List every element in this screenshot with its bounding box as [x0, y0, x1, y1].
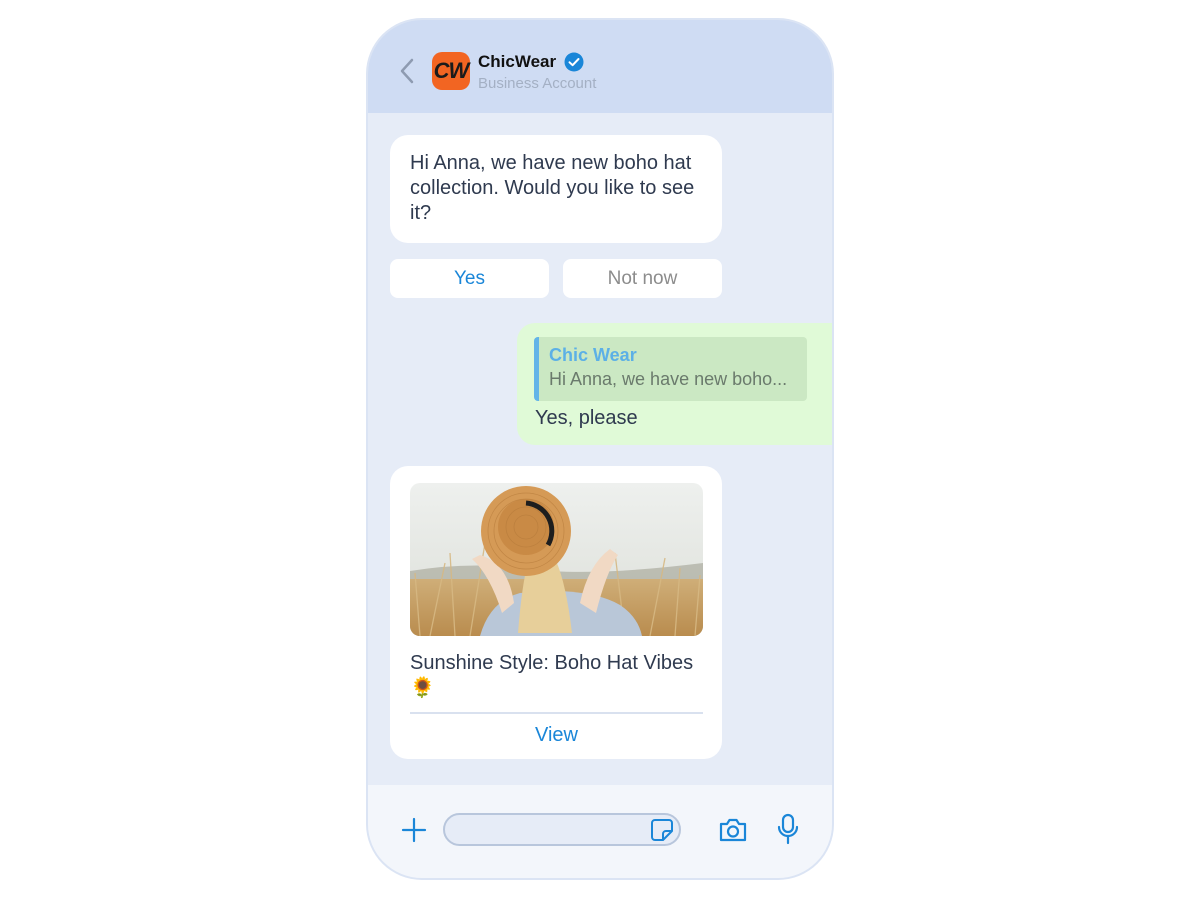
message-input[interactable] — [443, 813, 681, 846]
brand-name[interactable]: ChicWear — [478, 52, 556, 72]
message-composer — [368, 785, 832, 878]
view-button[interactable]: View — [410, 718, 703, 752]
outgoing-message-text: Yes, please — [535, 407, 638, 429]
plus-icon[interactable] — [401, 817, 427, 843]
chat-header: CW ChicWear Business Account — [368, 20, 832, 113]
boho-hat-photo[interactable] — [410, 483, 703, 636]
back-chevron-icon[interactable] — [396, 56, 420, 86]
quoted-message[interactable]: Chic Wear Hi Anna, we have new boho... — [534, 337, 807, 401]
camera-icon[interactable] — [718, 816, 748, 844]
outgoing-message-bubble: Chic Wear Hi Anna, we have new boho... Y… — [517, 323, 832, 445]
verified-badge-icon — [564, 52, 584, 72]
quoted-author: Chic Wear — [549, 345, 637, 365]
card-title: Sunshine Style: Boho Hat Vibes 🌻 — [410, 652, 694, 699]
phone-frame: CW ChicWear Business Account Hi Anna, we… — [368, 20, 832, 878]
sticker-icon[interactable] — [650, 818, 674, 842]
account-type-label: Business Account — [478, 75, 597, 92]
card-divider — [410, 712, 703, 714]
incoming-message-text: Hi Anna, we have new boho hat collection… — [410, 152, 695, 224]
quoted-text: Hi Anna, we have new boho... — [549, 369, 788, 389]
microphone-icon[interactable] — [777, 813, 799, 845]
quick-reply-yes-button[interactable]: Yes — [390, 259, 549, 298]
incoming-message-bubble: Hi Anna, we have new boho hat collection… — [390, 135, 722, 243]
quick-reply-not-now-button[interactable]: Not now — [563, 259, 722, 298]
brand-logo[interactable]: CW — [432, 52, 470, 90]
product-card: Sunshine Style: Boho Hat Vibes 🌻 View — [390, 466, 722, 759]
